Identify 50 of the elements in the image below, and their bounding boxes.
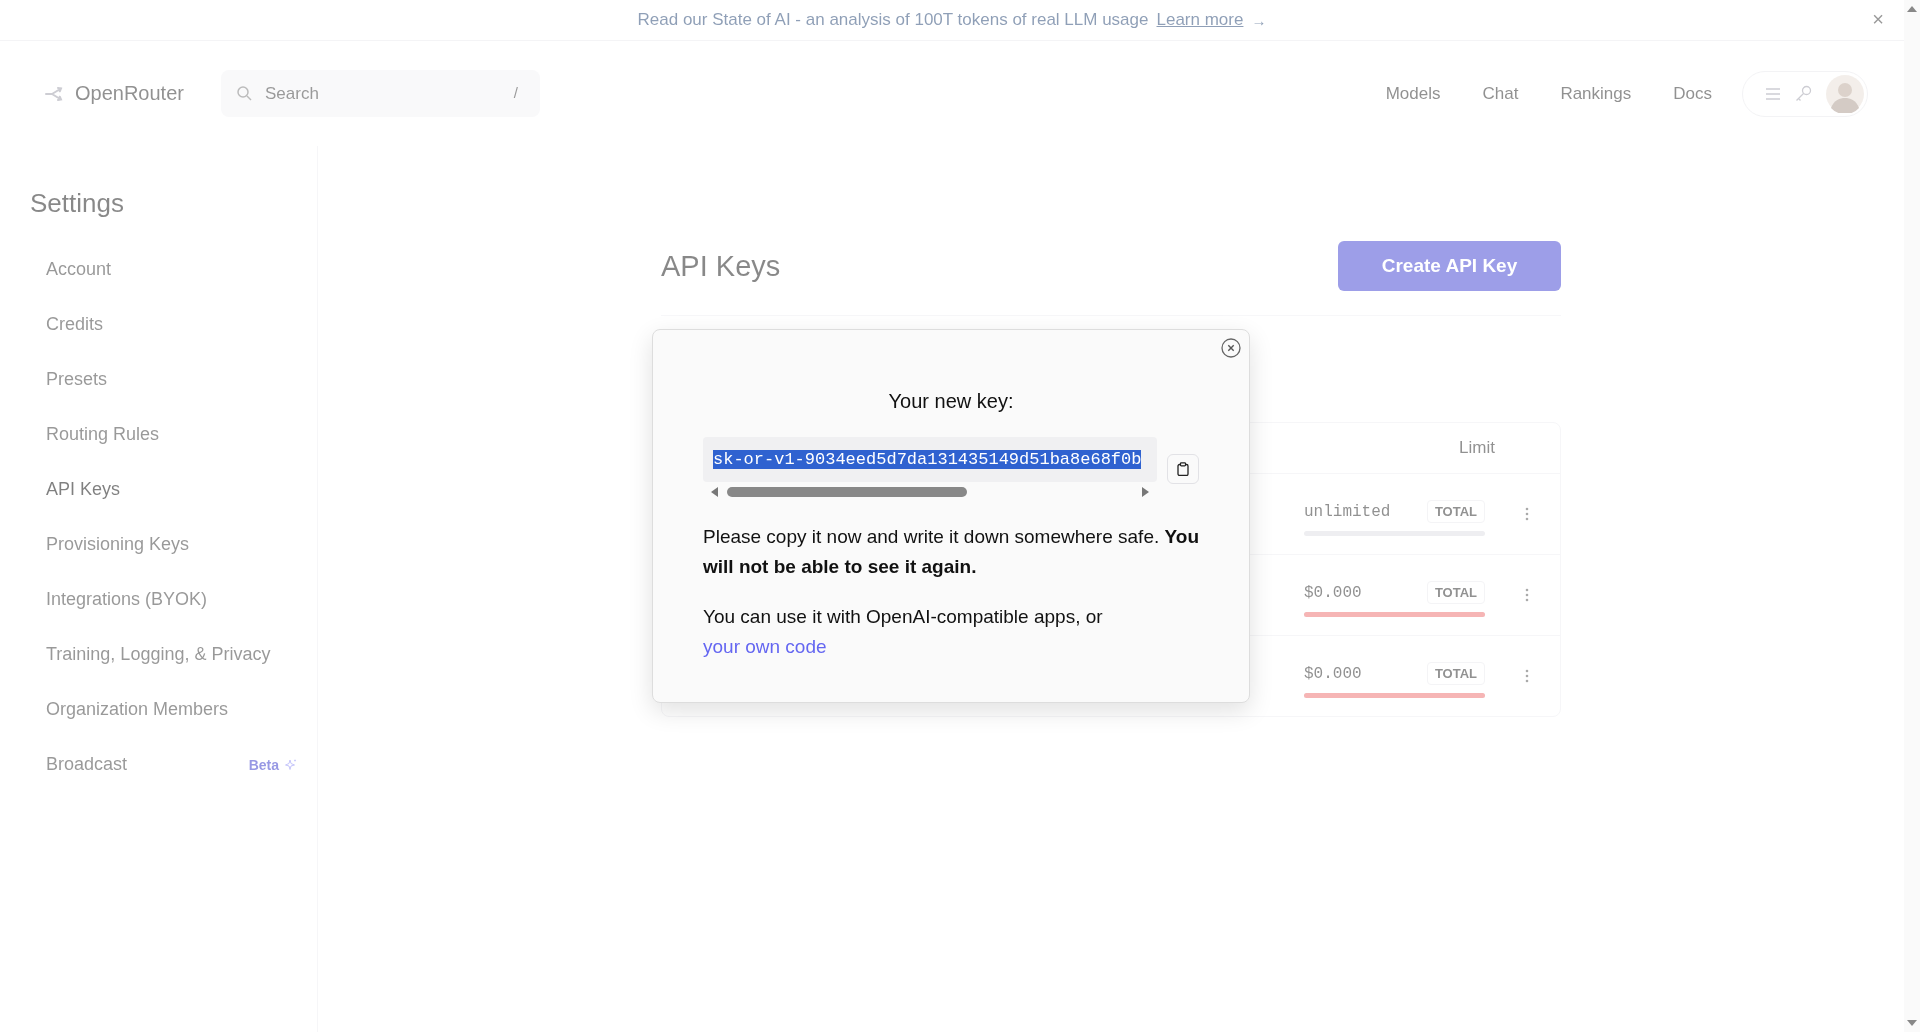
page-title: API Keys xyxy=(661,249,781,283)
scroll-left-icon[interactable] xyxy=(709,486,719,498)
key-icon[interactable] xyxy=(1795,85,1812,102)
total-tag: TOTAL xyxy=(1426,500,1485,523)
nav-link[interactable]: Models xyxy=(1385,83,1441,104)
sidebar-item[interactable]: Credits xyxy=(30,297,317,352)
more-options-icon[interactable] xyxy=(1525,588,1529,602)
sidebar-item[interactable]: Organization Members xyxy=(30,682,317,737)
sidebar-item[interactable]: Routing Rules xyxy=(30,407,317,462)
arrow-icon: → xyxy=(1251,11,1267,29)
column-header: Limit xyxy=(1459,438,1495,458)
announcement-text: Read our State of AI - an analysis of 100T tokens of real LLM usage xyxy=(637,10,1149,30)
usage-text: You can use it with OpenAI-compatible apps, or your own code xyxy=(703,605,1104,659)
scrollbar[interactable] xyxy=(1904,0,1920,1032)
beta-label: Beta xyxy=(248,756,279,773)
create-api-key-button[interactable]: Create API Key xyxy=(1338,241,1561,291)
limit-value: unlimited xyxy=(1304,502,1391,521)
more-options-icon[interactable] xyxy=(1525,507,1529,521)
modal-title: Your new key: xyxy=(887,390,1015,413)
sparkle-icon xyxy=(285,758,297,771)
clipboard-icon xyxy=(1177,462,1190,476)
total-tag: TOTAL xyxy=(1426,662,1485,685)
logo-link[interactable]: OpenRouter xyxy=(45,82,184,105)
menu-icon[interactable] xyxy=(1765,87,1781,100)
close-icon[interactable] xyxy=(1221,338,1241,358)
copy-button[interactable] xyxy=(1167,454,1199,484)
limit-value: $0.000 xyxy=(1304,583,1362,602)
close-icon[interactable]: × xyxy=(1872,8,1884,31)
learn-more-link[interactable]: Learn more xyxy=(1156,10,1244,30)
sidebar-title: Settings xyxy=(30,188,125,219)
sidebar-item[interactable]: API Keys xyxy=(30,462,317,517)
key-field[interactable]: sk-or-v1-9034eed5d7da131435149d51ba8e68f0b xyxy=(703,437,1158,482)
sidebar-item[interactable]: Integrations (BYOK) xyxy=(30,572,317,627)
nav-link[interactable]: Chat xyxy=(1482,83,1519,104)
sidebar-item[interactable]: Provisioning Keys xyxy=(30,517,317,572)
sidebar-item[interactable]: Training, Logging, & Privacy xyxy=(30,627,317,682)
logo-icon xyxy=(45,86,63,101)
sidebar-item[interactable]: Account xyxy=(30,242,317,297)
limit-value: $0.000 xyxy=(1304,664,1362,683)
sidebar-item[interactable]: Presets xyxy=(30,352,317,407)
total-tag: TOTAL xyxy=(1426,581,1485,604)
avatar-icon[interactable] xyxy=(1826,74,1864,113)
more-options-icon[interactable] xyxy=(1525,669,1529,683)
search-icon xyxy=(236,86,252,101)
sidebar-item[interactable]: Broadcast Beta xyxy=(30,737,317,792)
shortcut-hint: / xyxy=(513,84,518,101)
nav-link[interactable]: Docs xyxy=(1673,83,1712,104)
code-link[interactable]: your own code xyxy=(703,636,827,657)
warning-text: Please copy it now and write it down somewhere safe. You will not be able to see it again. xyxy=(703,525,1200,579)
nav-link[interactable]: Rankings xyxy=(1560,83,1632,104)
